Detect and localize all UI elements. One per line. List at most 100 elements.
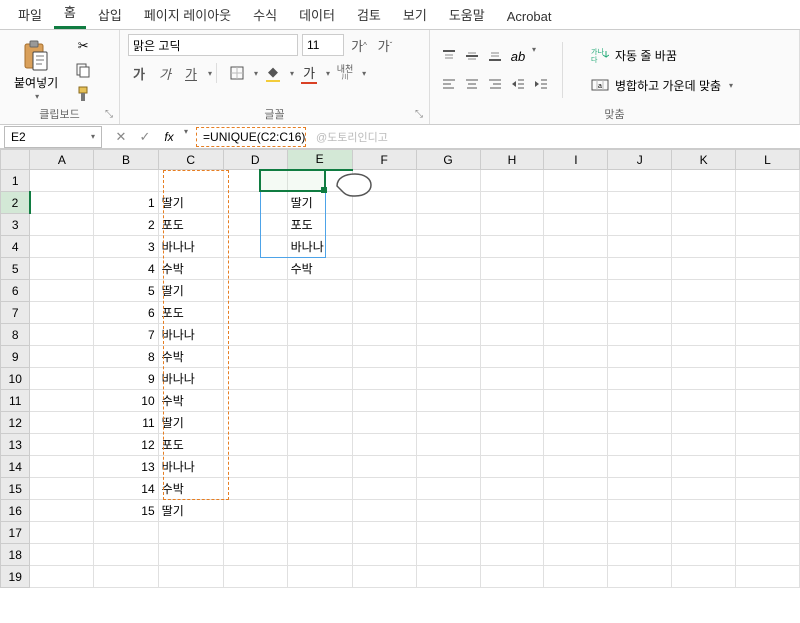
row-header[interactable]: 6 bbox=[1, 280, 30, 302]
cell[interactable] bbox=[608, 412, 672, 434]
cell[interactable] bbox=[736, 192, 800, 214]
chevron-down-icon[interactable]: ▾ bbox=[208, 69, 212, 78]
cell[interactable] bbox=[223, 522, 287, 544]
cell[interactable]: 2 bbox=[94, 214, 158, 236]
cell[interactable] bbox=[352, 456, 416, 478]
cell[interactable] bbox=[94, 566, 158, 588]
cell[interactable] bbox=[672, 214, 736, 236]
cell[interactable] bbox=[287, 456, 352, 478]
cell[interactable] bbox=[672, 544, 736, 566]
cell[interactable] bbox=[223, 544, 287, 566]
cell[interactable] bbox=[672, 456, 736, 478]
row-header[interactable]: 3 bbox=[1, 214, 30, 236]
cell[interactable] bbox=[94, 544, 158, 566]
column-header[interactable]: F bbox=[352, 150, 416, 170]
cell[interactable] bbox=[30, 478, 94, 500]
cell[interactable] bbox=[287, 368, 352, 390]
cell[interactable] bbox=[480, 280, 544, 302]
cell[interactable] bbox=[480, 478, 544, 500]
cell[interactable] bbox=[416, 566, 480, 588]
cell[interactable] bbox=[544, 280, 608, 302]
font-size-input[interactable] bbox=[302, 34, 344, 56]
row-header[interactable]: 10 bbox=[1, 368, 30, 390]
cell[interactable] bbox=[672, 324, 736, 346]
cell[interactable] bbox=[352, 280, 416, 302]
cell[interactable]: 포도 bbox=[158, 214, 223, 236]
cell[interactable] bbox=[30, 214, 94, 236]
cell[interactable] bbox=[608, 346, 672, 368]
cell[interactable] bbox=[608, 236, 672, 258]
cell[interactable] bbox=[287, 566, 352, 588]
cell[interactable] bbox=[736, 544, 800, 566]
cell[interactable] bbox=[30, 192, 94, 214]
cell[interactable] bbox=[480, 170, 544, 192]
cell[interactable]: 5 bbox=[94, 280, 158, 302]
align-left-button[interactable] bbox=[438, 73, 460, 95]
cell[interactable] bbox=[736, 500, 800, 522]
cell[interactable] bbox=[223, 456, 287, 478]
cell[interactable] bbox=[544, 170, 608, 192]
format-painter-button[interactable] bbox=[72, 84, 94, 104]
cell[interactable] bbox=[480, 412, 544, 434]
italic-button[interactable]: 가 bbox=[154, 62, 176, 84]
dialog-launcher-icon[interactable]: ⤡ bbox=[105, 109, 113, 120]
chevron-down-icon[interactable]: ▾ bbox=[729, 81, 733, 90]
cell[interactable] bbox=[223, 368, 287, 390]
cell[interactable] bbox=[158, 566, 223, 588]
cell[interactable] bbox=[30, 236, 94, 258]
column-header[interactable]: A bbox=[30, 150, 94, 170]
cell[interactable] bbox=[287, 478, 352, 500]
cell[interactable] bbox=[544, 236, 608, 258]
cell[interactable] bbox=[287, 302, 352, 324]
cell[interactable]: 6 bbox=[94, 302, 158, 324]
cell[interactable] bbox=[480, 390, 544, 412]
cell[interactable] bbox=[223, 192, 287, 214]
column-header[interactable]: I bbox=[544, 150, 608, 170]
chevron-down-icon[interactable]: ▾ bbox=[326, 69, 330, 78]
cell[interactable] bbox=[352, 566, 416, 588]
cell[interactable] bbox=[287, 500, 352, 522]
cell[interactable] bbox=[158, 170, 223, 192]
cell[interactable] bbox=[608, 478, 672, 500]
row-header[interactable]: 19 bbox=[1, 566, 30, 588]
cell[interactable]: 포도 bbox=[158, 434, 223, 456]
dialog-launcher-icon[interactable]: ⤡ bbox=[415, 109, 423, 120]
cell[interactable] bbox=[480, 566, 544, 588]
cell[interactable] bbox=[544, 368, 608, 390]
cell[interactable] bbox=[352, 346, 416, 368]
cell[interactable] bbox=[544, 214, 608, 236]
decrease-font-button[interactable]: 가ˇ bbox=[374, 34, 396, 56]
cell[interactable] bbox=[736, 214, 800, 236]
cell[interactable]: 12 bbox=[94, 434, 158, 456]
row-header[interactable]: 1 bbox=[1, 170, 30, 192]
cell[interactable] bbox=[544, 522, 608, 544]
cell[interactable] bbox=[223, 500, 287, 522]
cell[interactable]: 바나나 bbox=[158, 368, 223, 390]
cell[interactable] bbox=[30, 566, 94, 588]
cell[interactable] bbox=[352, 214, 416, 236]
cell[interactable] bbox=[30, 500, 94, 522]
wrap-text-button[interactable]: 가나다 자동 줄 바꿈 bbox=[583, 42, 741, 68]
paste-button[interactable]: 붙여넣기 ▾ bbox=[8, 37, 64, 103]
cell[interactable] bbox=[416, 324, 480, 346]
cell[interactable] bbox=[608, 258, 672, 280]
cell[interactable]: 1 bbox=[94, 192, 158, 214]
column-header[interactable]: G bbox=[416, 150, 480, 170]
cell[interactable] bbox=[223, 280, 287, 302]
cell[interactable] bbox=[287, 522, 352, 544]
cancel-formula-button[interactable]: ✕ bbox=[110, 127, 132, 147]
cell[interactable] bbox=[544, 500, 608, 522]
cell[interactable] bbox=[223, 412, 287, 434]
cell[interactable] bbox=[223, 324, 287, 346]
cell[interactable] bbox=[352, 478, 416, 500]
border-button[interactable] bbox=[226, 62, 248, 84]
cell[interactable] bbox=[416, 302, 480, 324]
chevron-down-icon[interactable]: ▾ bbox=[35, 92, 39, 101]
cell[interactable] bbox=[352, 522, 416, 544]
cell[interactable] bbox=[416, 412, 480, 434]
cell[interactable] bbox=[608, 302, 672, 324]
cell[interactable] bbox=[736, 434, 800, 456]
cell[interactable] bbox=[672, 368, 736, 390]
cell[interactable] bbox=[736, 302, 800, 324]
cell[interactable] bbox=[736, 566, 800, 588]
